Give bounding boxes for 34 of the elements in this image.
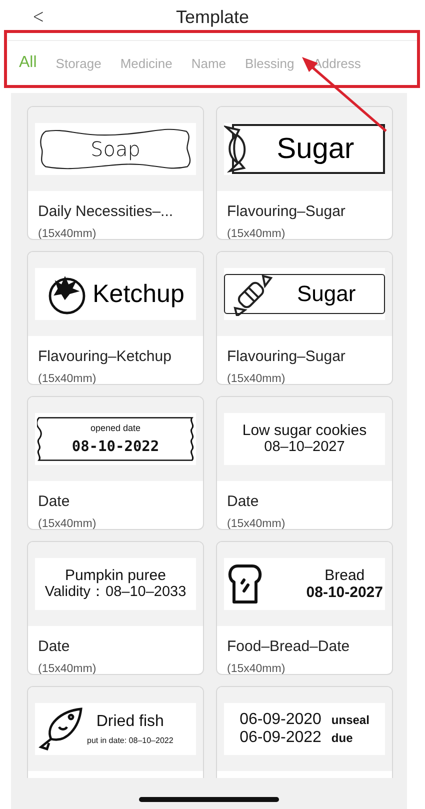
template-title: Date — [38, 493, 71, 510]
label-text: Pumpkin puree — [65, 567, 166, 584]
label-text: opened date — [90, 423, 141, 434]
template-card[interactable]: Dried fish put in date: 08–10–2022 — [27, 686, 204, 778]
template-title: Flavouring–Ketchup — [38, 348, 172, 365]
label-text: 08-10-2022 — [72, 438, 160, 455]
template-title: Daily Necessities–... — [38, 203, 174, 220]
back-button[interactable]: < — [30, 4, 48, 28]
label-text: Sugar — [297, 281, 356, 307]
label-text: 06-09-2020 — [240, 711, 322, 729]
label-text: Soap — [90, 137, 140, 161]
template-title: Flavouring–Sugar — [227, 348, 346, 365]
page-title: Template — [176, 6, 250, 28]
label-text: due — [331, 731, 354, 745]
template-title: Date — [38, 638, 71, 655]
label-text: Sugar — [276, 132, 354, 166]
label-text: Bread — [324, 566, 365, 584]
template-card[interactable]: 06-09-2020 unseal 06-09-2022 due — [216, 686, 393, 778]
home-indicator[interactable] — [139, 797, 279, 802]
template-title: Flavouring–Sugar — [227, 203, 346, 220]
label-text: Dried fish — [96, 713, 164, 732]
fish-icon — [37, 705, 85, 753]
label-text: 08–10–2027 — [264, 439, 345, 456]
bread-icon — [226, 562, 264, 606]
label-text: Low sugar cookies — [242, 422, 367, 440]
label-text: 08-10-2027 — [306, 584, 383, 602]
label-text: Validity：08–10–2033 — [44, 584, 186, 601]
label-text: Ketchup — [92, 280, 184, 308]
label-text: unseal — [331, 713, 370, 727]
label-text: 06-09-2022 — [240, 729, 322, 747]
label-text: put in date: 08–10–2022 — [87, 736, 174, 745]
template-title: Date — [227, 493, 260, 510]
template-title: Food–Bread–Date — [227, 638, 351, 655]
candy-icon — [231, 272, 275, 316]
